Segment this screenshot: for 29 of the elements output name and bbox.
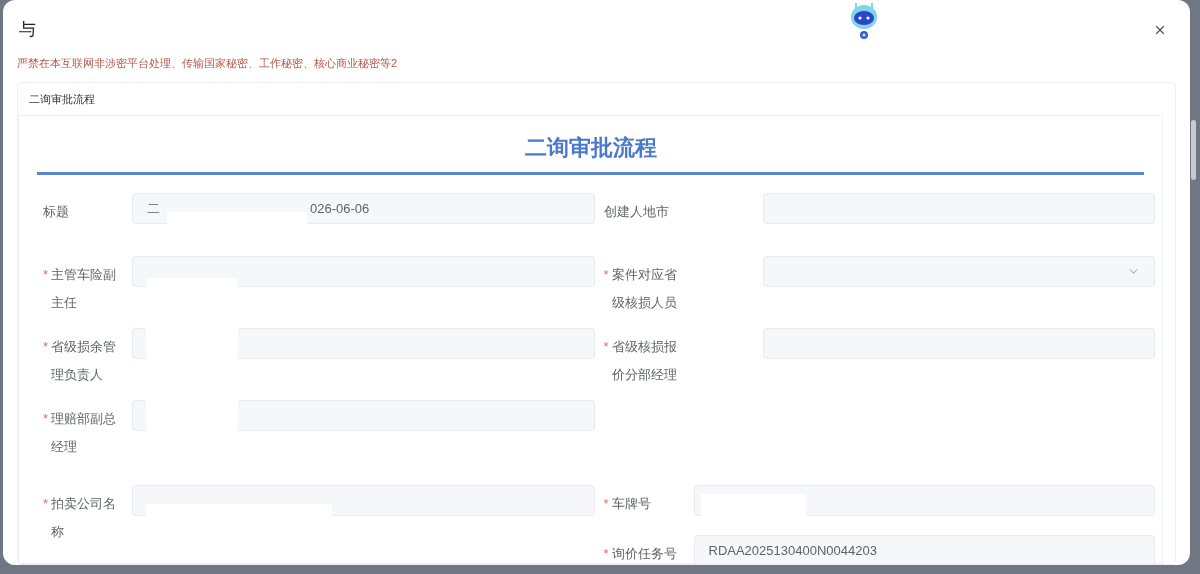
close-icon bbox=[1153, 23, 1167, 37]
field-value: 026-06-06 bbox=[310, 199, 370, 218]
required-marker: * bbox=[43, 495, 49, 513]
scrollbar bbox=[1191, 120, 1196, 180]
field-label: 省级损余管理负责人 bbox=[51, 338, 118, 384]
field-label: 主管车险副主任 bbox=[51, 266, 118, 312]
field-label: 车牌号 bbox=[611, 495, 652, 513]
field-label: 案件对应省级核损人员 bbox=[611, 266, 678, 312]
required-marker: * bbox=[603, 545, 609, 563]
required-marker: * bbox=[603, 495, 609, 513]
required-marker: * bbox=[43, 266, 49, 284]
field-value: 二 bbox=[147, 199, 160, 218]
required-marker: * bbox=[603, 338, 609, 356]
input-field[interactable]: RDAA2025130400N0044203 bbox=[693, 535, 1155, 563]
required-marker: * bbox=[603, 266, 609, 284]
required-marker: * bbox=[43, 410, 49, 428]
field-value: RDAA2025130400N0044203 bbox=[708, 541, 877, 560]
dialog-title: 与 bbox=[19, 19, 36, 42]
field-label: 理赔部副总经理 bbox=[51, 410, 118, 456]
field-label: 标题 bbox=[43, 203, 70, 221]
select-field[interactable] bbox=[762, 256, 1155, 287]
field-label: 拍卖公司名称 bbox=[51, 495, 118, 541]
form-heading: 二询审批流程 bbox=[524, 134, 657, 162]
field-label: 省级核损报价分部经理 bbox=[611, 338, 678, 384]
field-label: 询价任务号 bbox=[611, 545, 678, 563]
section-tab[interactable]: 二询审批流程 bbox=[29, 90, 95, 108]
warning-text: 严禁在本互联网非涉密平台处理、传输国家秘密、工作秘密、核心商业秘密等2 bbox=[16, 56, 399, 70]
field-label: 创建人地市 bbox=[603, 203, 670, 221]
required-marker: * bbox=[43, 338, 49, 356]
